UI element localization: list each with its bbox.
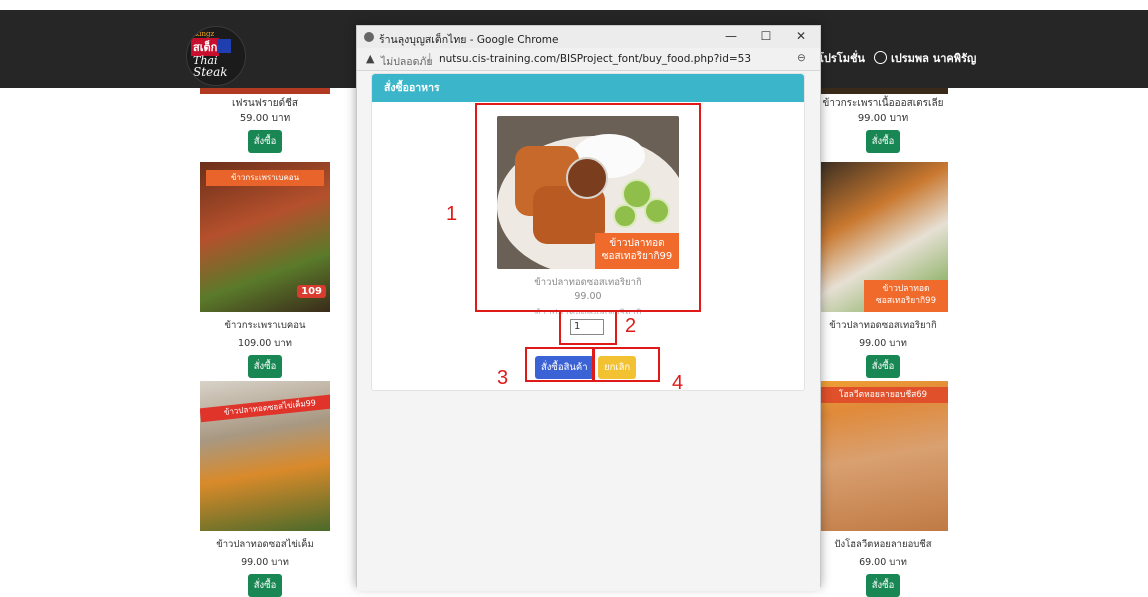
annotation-number-3: 3 [497,367,509,389]
product-price: 69.00 บาท [859,557,907,568]
annotation-number-4: 4 [672,372,684,394]
warning-triangle-icon[interactable]: ▲ [366,52,374,65]
product-tag: ข้าวปลาทอด ซอสเทอริยากิ99 [864,280,948,312]
maximize-button[interactable]: ☐ [758,29,774,43]
product-card: ข้าวกระเพราเบคอน 109 ข้าวกระเพราเบคอน 10… [200,162,330,378]
not-secure-label[interactable]: ไม่ปลอดภัย [381,53,433,70]
product-card: โฮลวีตหอยลายอบชีส69 ปังโฮลวีตหอยลายอบชีส… [818,381,948,597]
product-price: 99.00 บาท [859,338,907,349]
logo-text-top: kingz [195,30,215,38]
window-title: ร้านลุงบุญสเต็กไทย - Google Chrome [379,34,559,46]
product-name: ข้าวปลาทอดซอสไข่เค็ม [216,539,314,550]
site-logo[interactable]: kingz สเต็ก Thai Steak [186,26,246,86]
logo-flag-block [217,39,231,53]
chrome-favicon-icon [364,32,374,42]
modal-title: สั่งซื้ออาหาร [372,74,804,102]
product-card: ข้าวกระเพราเนื้อออสเตรเลีย 99.00 บาท สั่… [818,88,948,153]
order-button[interactable]: สั่งซื้อ [865,130,901,153]
user-circle-icon [874,51,887,64]
annotation-number-1: 1 [446,203,458,225]
window-titlebar[interactable]: ร้านลุงบุญสเต็กไทย - Google Chrome — ☐ ✕ [357,26,820,48]
order-button[interactable]: สั่งซื้อ [865,355,901,378]
product-image[interactable]: ข้าวปลาทอด ซอสเทอริยากิ99 [818,162,948,312]
product-name: เฟรนฟรายด์ชีส [231,98,298,109]
product-name: ปังโฮลวีตหอยลายอบชีส [834,539,932,550]
product-image[interactable]: ข้าวกระเพราเบคอน 109 [200,162,330,312]
product-price: 99.00 บาท [241,557,289,568]
product-banner: ข้าวกระเพราเบคอน [206,170,324,186]
product-tag-line1: ข้าวปลาทอด [882,284,930,294]
annotation-box-4 [592,347,660,382]
product-price: 99.00 บาท [857,113,909,124]
address-bar[interactable]: ▲ ไม่ปลอดภัย | nutsu.cis-training.com/BI… [357,48,820,71]
order-button[interactable]: สั่งซื้อ [247,355,283,378]
product-banner: ข้าวปลาทอดซอสไข่เค็ม99 [200,393,330,423]
annotation-box-1 [475,103,701,312]
nav-user-menu[interactable]: เปรมพล นาคพิรัญ [874,49,976,67]
order-button[interactable]: สั่งซื้อ [247,130,283,153]
product-image[interactable]: โฮลวีตหอยลายอบชีส69 [818,381,948,531]
product-name: ข้าวกระเพราเบคอน [224,320,306,331]
product-image-edge [818,88,948,94]
product-price: 59.00 บาท [239,113,291,124]
nav-user-name: เปรมพล นาคพิรัญ [891,52,977,65]
nav-promotion-link[interactable]: โปรโมชั่น [818,49,865,67]
annotation-box-2 [559,310,617,345]
product-card: ข้าวปลาทอด ซอสเทอริยากิ99 ข้าวปลาทอดซอสเ… [818,162,948,378]
product-banner: โฮลวีตหอยลายอบชีส69 [818,387,948,403]
product-tag-line2: ซอสเทอริยากิ99 [876,296,936,306]
minimize-button[interactable]: — [723,29,739,43]
product-image[interactable]: ข้าวปลาทอดซอสไข่เค็ม99 [200,381,330,531]
product-name: ข้าวปลาทอดซอสเทอริยากิ [829,320,937,331]
product-price: 109.00 บาท [238,338,292,349]
product-name: ข้าวกระเพราเนื้อออสเตรเลีย [822,98,944,109]
address-separator: | [428,52,432,64]
logo-text-steak: Steak [193,65,228,79]
annotation-number-2: 2 [625,315,637,337]
product-card: ข้าวปลาทอดซอสไข่เค็ม99 ข้าวปลาทอดซอสไข่เ… [200,381,330,597]
close-window-button[interactable]: ✕ [793,29,809,43]
product-image-edge [200,88,330,94]
zoom-icon[interactable]: ⊖ [797,52,806,64]
price-badge: 109 [297,285,326,298]
annotation-box-3 [525,347,595,382]
url-text[interactable]: nutsu.cis-training.com/BISProject_font/b… [439,53,751,65]
product-card: เฟรนฟรายด์ชีส 59.00 บาท สั่งซื้อ [200,88,330,153]
order-button[interactable]: สั่งซื้อ [865,574,901,597]
order-button[interactable]: สั่งซื้อ [247,574,283,597]
